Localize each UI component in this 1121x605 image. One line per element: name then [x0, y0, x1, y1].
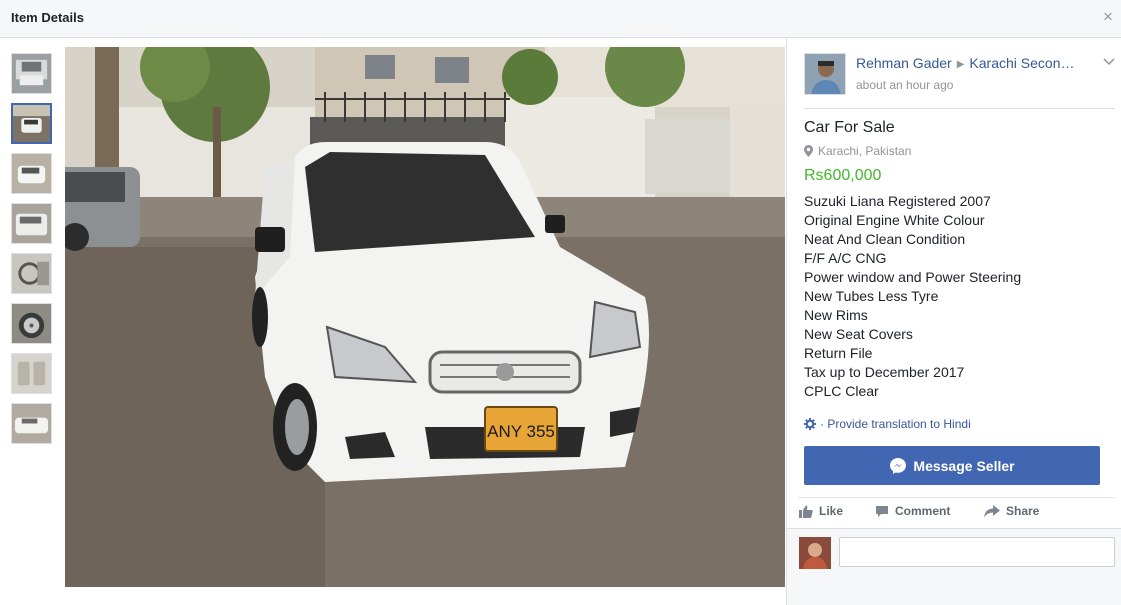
like-label: Like — [819, 504, 844, 518]
author-link[interactable]: Rehman Gader — [856, 55, 952, 71]
comment-icon — [876, 505, 888, 517]
close-icon[interactable]: × — [1100, 8, 1116, 26]
thumbnail-5[interactable] — [11, 253, 52, 294]
thumbnail-7[interactable] — [11, 353, 52, 394]
thumbnail-3[interactable] — [11, 153, 52, 194]
description-line: Neat And Clean Condition — [804, 231, 966, 247]
thumbnail-6[interactable] — [11, 303, 52, 344]
description-line: F/F A/C CNG — [804, 250, 887, 266]
chevron-down-icon[interactable] — [1102, 56, 1116, 68]
thumbnail-4[interactable] — [11, 203, 52, 244]
translate-text: · Provide translation to Hindi — [820, 417, 971, 431]
listing-title: Car For Sale — [804, 119, 895, 136]
description-line: CPLC Clear — [804, 383, 879, 399]
thumbnail-2[interactable] — [11, 103, 52, 144]
seller-avatar[interactable] — [804, 53, 846, 95]
license-plate-text: ANY 355 — [487, 422, 555, 441]
thumbnail-strip — [11, 53, 53, 453]
comment-composer — [787, 528, 1121, 605]
location-text: Karachi, Pakistan — [818, 144, 912, 158]
divider — [804, 108, 1115, 109]
comment-input[interactable] — [839, 537, 1115, 567]
gear-icon — [804, 418, 816, 430]
comment-button[interactable]: Comment — [875, 504, 950, 518]
dialog-header: Item Details × — [0, 0, 1121, 38]
thumbs-up-icon — [799, 505, 813, 518]
triangle-right-icon: ▶ — [956, 59, 965, 70]
comment-label: Comment — [895, 504, 951, 518]
description-line: New Tubes Less Tyre — [804, 288, 939, 304]
main-photo[interactable]: ANY 355 — [65, 47, 785, 587]
thumbnail-1[interactable] — [11, 53, 52, 94]
like-button[interactable]: Like — [799, 504, 843, 518]
post-timestamp[interactable]: about an hour ago — [856, 78, 953, 92]
description-line: Return File — [804, 345, 873, 361]
description-line: Original Engine White Colour — [804, 212, 985, 228]
action-bar: Like Comment Share — [799, 504, 1099, 524]
divider — [798, 497, 1115, 498]
description-line: New Rims — [804, 307, 868, 323]
description-line: New Seat Covers — [804, 326, 913, 342]
dialog-title: Item Details — [11, 10, 84, 25]
group-link[interactable]: Karachi Secon… — [969, 55, 1074, 71]
messenger-icon — [890, 457, 907, 474]
description-line: Tax up to December 2017 — [804, 364, 965, 380]
listing-price: Rs600,000 — [804, 167, 882, 184]
share-label: Share — [1006, 504, 1040, 518]
translate-link[interactable]: · Provide translation to Hindi — [804, 417, 971, 431]
share-icon — [984, 504, 1000, 517]
message-seller-button[interactable]: Message Seller — [804, 446, 1100, 485]
message-seller-label: Message Seller — [913, 457, 1015, 474]
thumbnail-8[interactable] — [11, 403, 52, 444]
description-line: Suzuki Liana Registered 2007 — [804, 193, 991, 209]
share-button[interactable]: Share — [984, 504, 1039, 518]
location-pin-icon — [804, 145, 813, 157]
description-line: Power window and Power Steering — [804, 269, 1022, 285]
listing-description: Suzuki Liana Registered 2007 Original En… — [804, 192, 1109, 401]
viewer-avatar[interactable] — [799, 537, 831, 569]
details-panel: Rehman Gader ▶ Karachi Secon… about an hou… — [786, 38, 1121, 605]
post-header: Rehman Gader ▶ Karachi Secon… — [856, 55, 1088, 71]
listing-location: Karachi, Pakistan — [804, 144, 911, 158]
